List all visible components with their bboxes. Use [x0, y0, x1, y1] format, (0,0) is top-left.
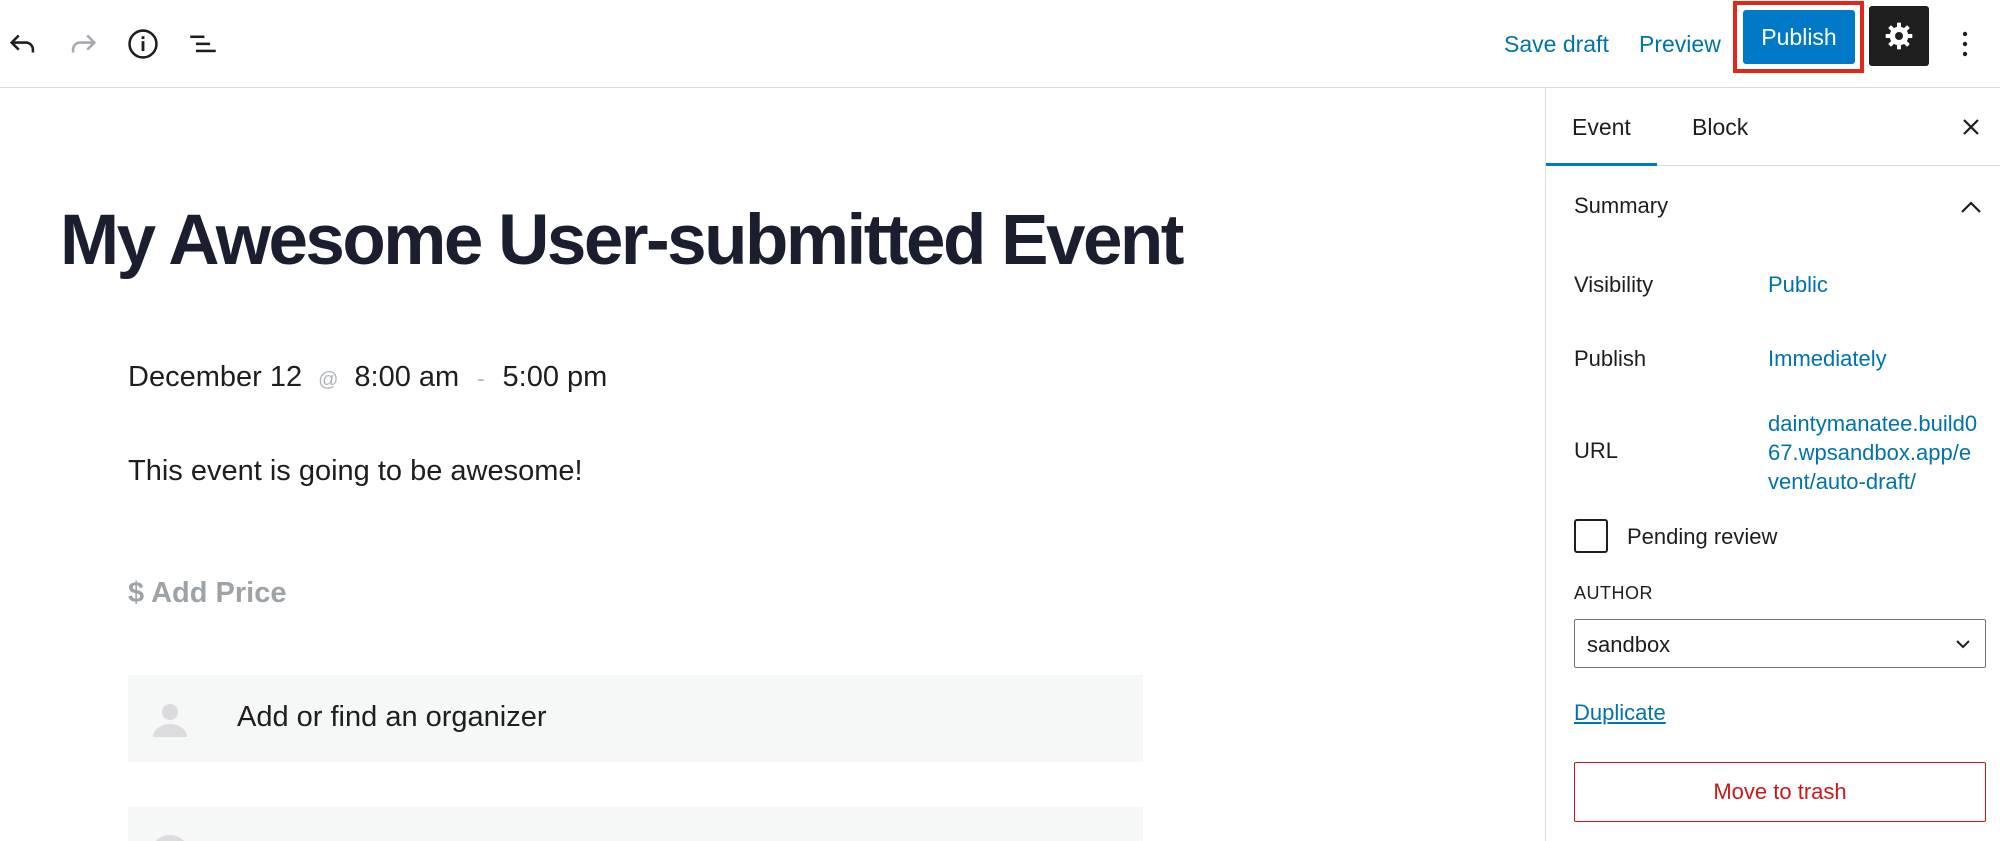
- pending-review-label[interactable]: Pending review: [1627, 524, 1777, 550]
- sidebar-tabs: Event Block: [1546, 88, 2000, 166]
- info-icon[interactable]: [113, 14, 173, 74]
- settings-sidebar: Event Block Summary Visibility Public Pu…: [1545, 88, 2000, 841]
- save-draft-button[interactable]: Save draft: [1504, 22, 1609, 66]
- at-separator: @: [318, 369, 339, 391]
- event-datetime-block[interactable]: December 12 @ 8:00 am - 5:00 pm: [128, 361, 607, 394]
- venue-block[interactable]: [128, 807, 1143, 841]
- author-select[interactable]: sandbox: [1574, 619, 1986, 668]
- tab-block[interactable]: Block: [1680, 88, 1760, 166]
- settings-button[interactable]: [1869, 6, 1929, 66]
- duplicate-link[interactable]: Duplicate: [1574, 700, 1666, 726]
- close-icon[interactable]: [1956, 112, 1986, 142]
- paragraph-block[interactable]: This event is going to be awesome!: [128, 455, 583, 488]
- move-to-trash-button[interactable]: Move to trash: [1574, 762, 1986, 822]
- chevron-up-icon[interactable]: [1956, 192, 1986, 222]
- author-label: AUTHOR: [1574, 583, 1653, 603]
- gear-icon: [1885, 22, 1913, 50]
- event-start-time[interactable]: 8:00 am: [354, 361, 459, 394]
- redo-icon[interactable]: [53, 14, 113, 74]
- event-date[interactable]: December 12: [128, 361, 302, 394]
- chevron-down-icon: [1951, 632, 1975, 656]
- organizer-placeholder[interactable]: Add or find an organizer: [237, 701, 547, 734]
- person-icon: [153, 704, 187, 737]
- summary-panel-title[interactable]: Summary: [1574, 193, 1668, 219]
- organizer-block[interactable]: Add or find an organizer: [128, 675, 1143, 762]
- url-value[interactable]: daintymanatee.build067.wpsandbox.app/eve…: [1768, 409, 1980, 496]
- preview-button[interactable]: Preview: [1639, 22, 1721, 66]
- post-title[interactable]: My Awesome User-submitted Event: [60, 200, 1184, 281]
- list-view-icon[interactable]: [173, 14, 233, 74]
- author-select-value: sandbox: [1587, 632, 1671, 657]
- visibility-label: Visibility: [1574, 272, 1654, 297]
- event-end-time[interactable]: 5:00 pm: [503, 361, 608, 394]
- publish-button[interactable]: Publish: [1743, 10, 1855, 64]
- undo-icon[interactable]: [0, 14, 53, 74]
- publish-date-value[interactable]: Immediately: [1768, 346, 1887, 372]
- add-price-block[interactable]: $ Add Price: [128, 577, 286, 610]
- url-label: URL: [1574, 438, 1619, 463]
- time-range-separator: -: [477, 366, 485, 391]
- tab-event[interactable]: Event: [1546, 88, 1657, 166]
- editor-toolbar: Save draft Preview Publish: [0, 0, 2000, 88]
- publish-label: Publish: [1574, 346, 1647, 371]
- venue-icon: [150, 835, 190, 841]
- more-options-icon[interactable]: [1935, 14, 1995, 74]
- visibility-value[interactable]: Public: [1768, 272, 1828, 298]
- pending-review-checkbox[interactable]: [1574, 519, 1608, 553]
